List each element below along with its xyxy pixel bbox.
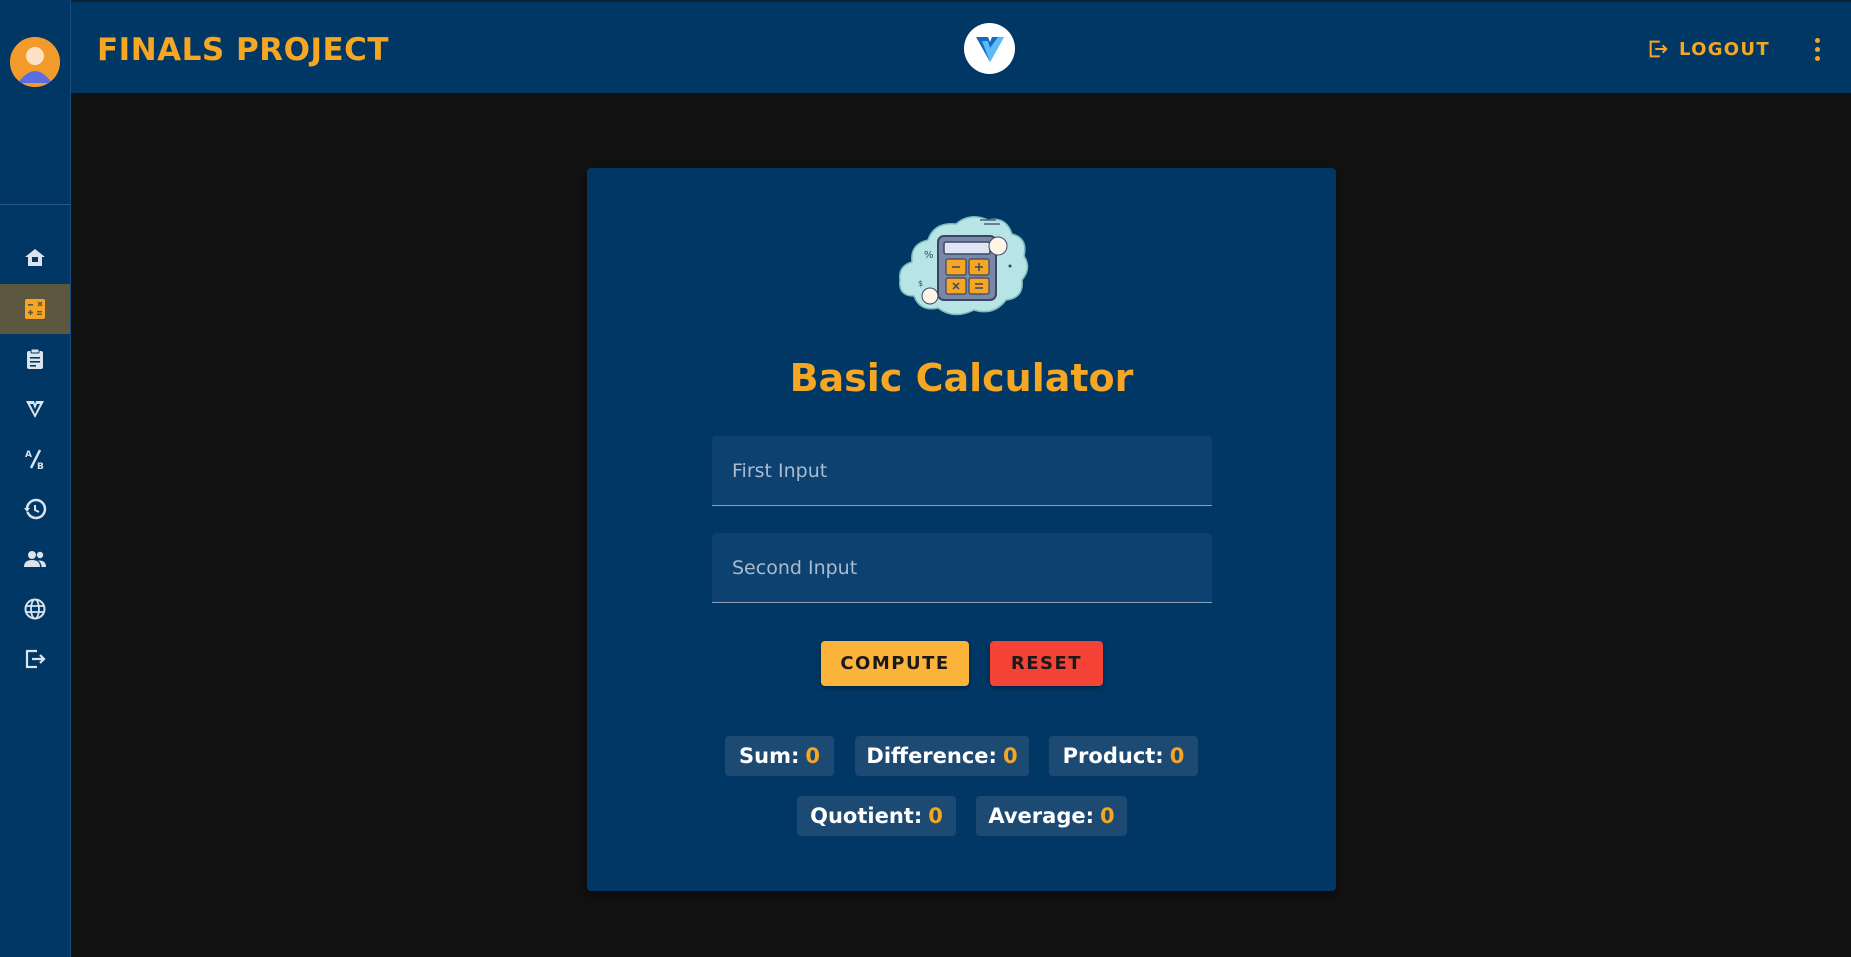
sidebar-item-calculator[interactable]	[0, 284, 70, 334]
difference-label: Difference:	[866, 744, 997, 768]
svg-text:A: A	[25, 450, 32, 460]
reset-button[interactable]: RESET	[990, 641, 1103, 686]
sidebar-item-users[interactable]	[0, 534, 70, 584]
calculator-illustration: % $	[894, 210, 1034, 322]
sidebar-item-clipboard[interactable]	[0, 334, 70, 384]
history-icon	[24, 498, 47, 520]
calculator-title: Basic Calculator	[789, 356, 1134, 400]
vuetify-icon	[26, 401, 44, 418]
calculator-card: % $ Basic Calculator COMPUTE RESET Sum: …	[587, 168, 1336, 891]
svg-text:%: %	[924, 250, 934, 261]
product-label: Product:	[1062, 744, 1164, 768]
quotient-value: 0	[928, 804, 943, 828]
user-avatar[interactable]	[10, 37, 60, 87]
second-input[interactable]	[712, 533, 1212, 602]
sidebar-item-fractions[interactable]: A B	[0, 434, 70, 484]
logout-label: LOGOUT	[1679, 38, 1770, 60]
difference-value: 0	[1002, 744, 1018, 768]
svg-text:$: $	[918, 279, 923, 288]
second-input-field	[712, 533, 1212, 603]
sidebar-item-history[interactable]	[0, 484, 70, 534]
first-input[interactable]	[712, 436, 1212, 505]
users-icon	[24, 551, 46, 567]
app-header: FINALS PROJECT LOGOUT	[71, 0, 1851, 93]
vuetify-logo[interactable]	[964, 23, 1015, 74]
logout-icon	[25, 649, 46, 669]
more-vert-icon	[1814, 37, 1820, 43]
sidebar-divider	[0, 204, 70, 205]
svg-text:B: B	[37, 462, 44, 471]
sum-result: Sum: 0	[725, 736, 834, 776]
sum-label: Sum:	[739, 744, 800, 768]
average-value: 0	[1100, 804, 1115, 828]
logout-icon	[1649, 40, 1668, 58]
difference-result: Difference: 0	[855, 736, 1029, 776]
sidebar-item-logout[interactable]	[0, 634, 70, 684]
sidebar-item-vuetify[interactable]	[0, 384, 70, 434]
compute-button[interactable]: COMPUTE	[821, 641, 969, 686]
average-result: Average: 0	[976, 796, 1127, 836]
sum-value: 0	[805, 744, 820, 768]
quotient-result: Quotient: 0	[797, 796, 956, 836]
first-input-field	[712, 436, 1212, 506]
home-icon	[25, 249, 45, 266]
average-label: Average:	[988, 804, 1094, 828]
vuetify-logo-icon	[975, 36, 1004, 62]
globe-icon	[24, 598, 46, 620]
sidebar-item-home[interactable]	[0, 233, 70, 283]
sidebar: A B	[0, 0, 71, 957]
product-value: 0	[1169, 744, 1185, 768]
sidebar-item-globe[interactable]	[0, 584, 70, 634]
app-title: FINALS PROJECT	[97, 32, 390, 68]
clipboard-icon	[27, 348, 43, 369]
fraction-icon: A B	[25, 449, 44, 471]
calculator-icon	[25, 299, 45, 319]
user-avatar-icon	[10, 37, 60, 87]
logout-button[interactable]: LOGOUT	[1647, 36, 1770, 62]
product-result: Product: 0	[1049, 736, 1198, 776]
calculator-illustration-icon: % $	[899, 216, 1029, 316]
more-menu-button[interactable]	[1805, 34, 1829, 64]
quotient-label: Quotient:	[810, 804, 923, 828]
